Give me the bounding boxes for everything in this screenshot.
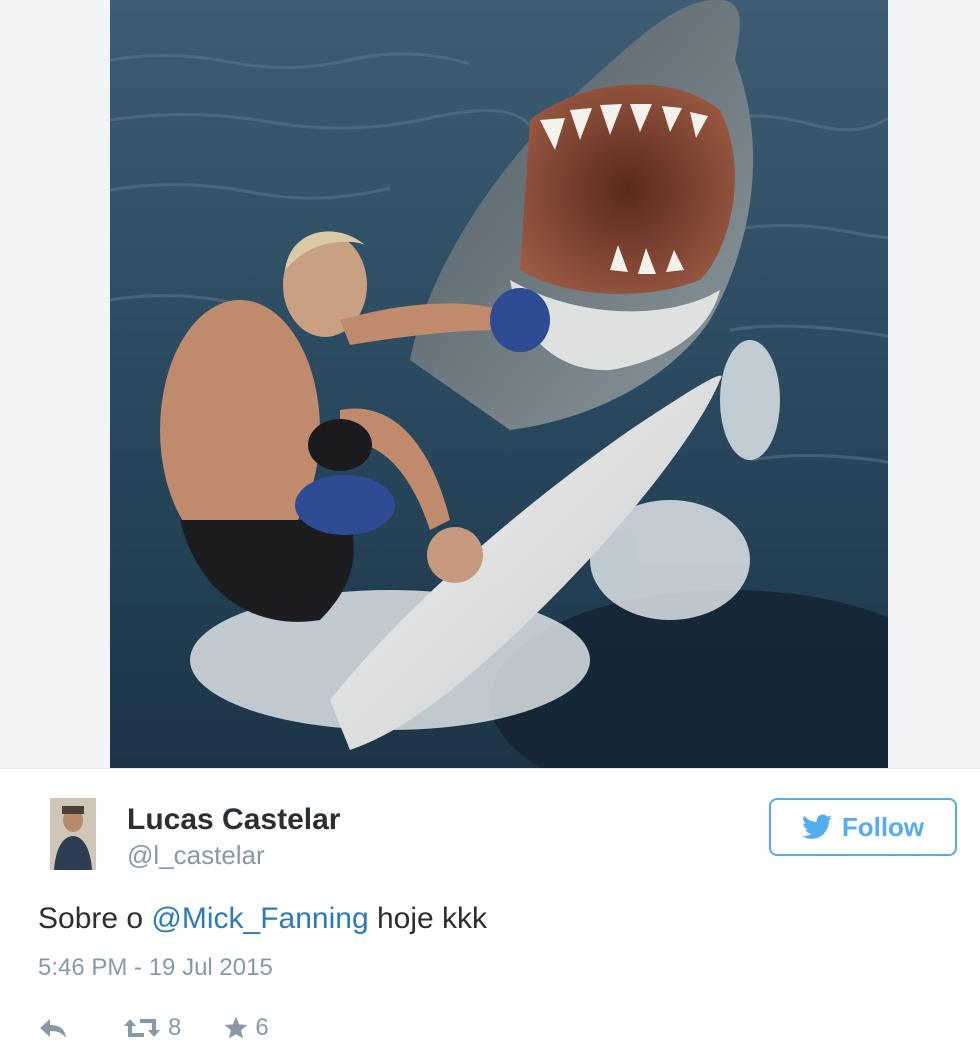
tweet-actions: 8 6 (38, 1008, 269, 1048)
media-divider (0, 768, 980, 769)
tweet-text: Sobre o @Mick_Fanning hoje kkk (38, 902, 487, 936)
mention-link[interactable]: @Mick_Fanning (151, 902, 368, 935)
follow-label: Follow (841, 811, 925, 842)
user-display-name[interactable]: Lucas Castelar (127, 803, 340, 837)
user-avatar[interactable] (50, 798, 96, 870)
tweet-text-before: Sobre o (38, 902, 152, 935)
avatar-image (50, 798, 96, 870)
follow-button[interactable]: Follow (769, 798, 957, 856)
tweet-media-area (0, 0, 980, 768)
shark-surfer-photo (110, 0, 888, 768)
star-icon (224, 1016, 248, 1039)
reply-button[interactable] (38, 1017, 72, 1039)
favorite-button[interactable]: 6 (223, 1014, 269, 1042)
retweet-count: 8 (168, 1014, 182, 1041)
reply-icon (40, 1019, 66, 1038)
tweet-timestamp[interactable]: 5:46 PM - 19 Jul 2015 (38, 954, 273, 982)
retweet-button[interactable]: 8 (122, 1014, 181, 1042)
favorite-count: 6 (255, 1014, 269, 1041)
tweet-text-after: hoje kkk (368, 902, 488, 935)
tweet-photo[interactable] (110, 0, 888, 768)
retweet-icon (124, 1019, 160, 1037)
user-handle[interactable]: @l_castelar (127, 840, 265, 871)
twitter-bird-icon (801, 814, 832, 839)
